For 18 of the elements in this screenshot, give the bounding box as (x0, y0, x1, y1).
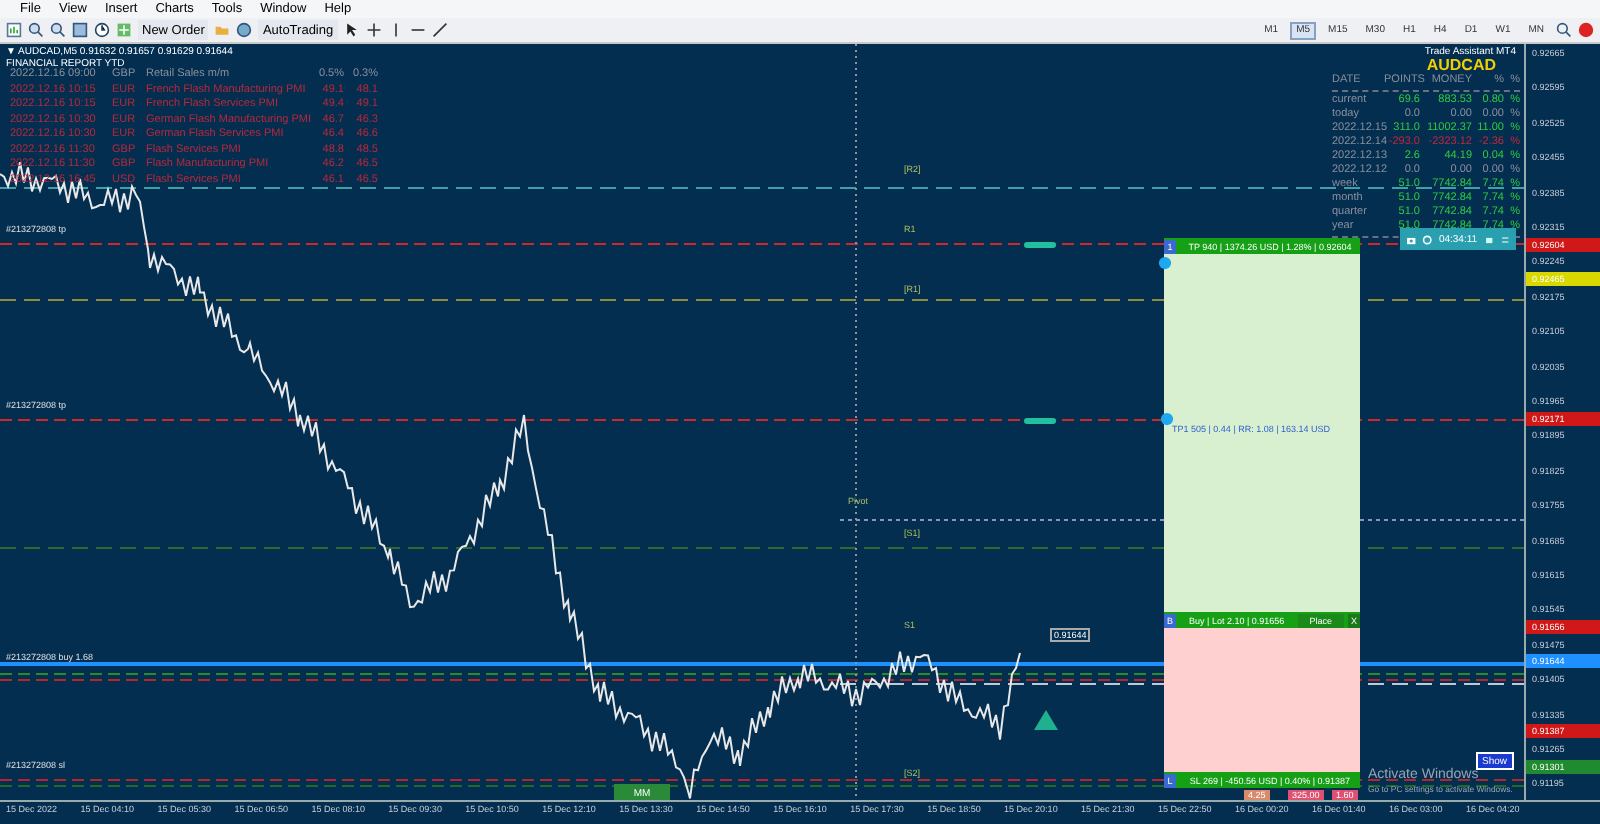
zoom-out-icon[interactable] (50, 22, 66, 38)
handle-icon[interactable] (1160, 412, 1174, 426)
crosshair-icon[interactable] (365, 22, 382, 38)
new-chart-icon[interactable] (6, 22, 22, 38)
clock-icon[interactable] (94, 22, 110, 38)
notification-icon[interactable] (1578, 22, 1594, 38)
cursor-icon[interactable] (343, 22, 360, 38)
search-icon[interactable] (1556, 22, 1572, 38)
drag-handle[interactable] (1024, 242, 1056, 248)
handle-icon[interactable] (1158, 256, 1172, 270)
zoom-in-icon[interactable] (28, 22, 44, 38)
symbol-title: AUDCAD (1424, 56, 1498, 74)
buy-arrow-icon (1034, 710, 1058, 730)
camera-icon[interactable] (1406, 233, 1417, 245)
trendline-icon[interactable] (431, 22, 448, 38)
window-icon[interactable] (1483, 233, 1494, 245)
globe-icon[interactable] (236, 22, 253, 38)
drag-handle[interactable] (1024, 418, 1056, 424)
